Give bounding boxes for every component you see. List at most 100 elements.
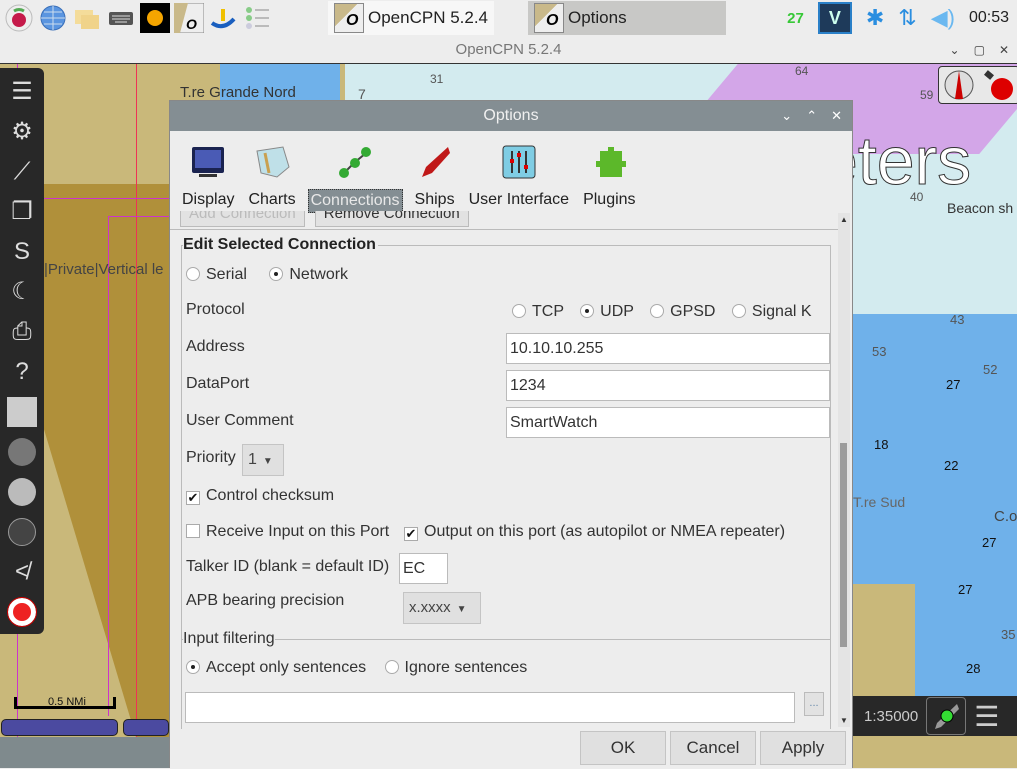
opencpn-launcher-icon[interactable]: O	[174, 3, 204, 33]
dialog-maximize-button[interactable]: ⌃	[806, 101, 817, 131]
network-icon[interactable]: ⇅	[898, 5, 916, 31]
dialog-titlebar[interactable]: Options ⌄ ⌃ ✕	[170, 101, 852, 131]
main-window-title: OpenCPN 5.2.4	[455, 41, 562, 58]
priority-select[interactable]: 1 ▼	[242, 444, 284, 476]
chart-label: T.re Grande Nord	[180, 84, 296, 101]
address-input[interactable]: 10.10.10.255	[506, 333, 830, 364]
scrollbar-thumb[interactable]	[840, 443, 847, 647]
receive-input-checkbox[interactable]: Receive Input on this Port	[186, 523, 389, 541]
compass-icon[interactable]	[943, 69, 975, 101]
main-window-titlebar[interactable]: OpenCPN 5.2.4 ⌄ ▢ ✕	[0, 36, 1017, 64]
add-connection-button[interactable]: Add Connection	[180, 211, 305, 227]
track-icon[interactable]: S	[6, 234, 38, 269]
system-tray: 27 V ✱ ⇅ ◀) 00:53	[787, 0, 1009, 36]
dialog-close-button[interactable]: ✕	[831, 101, 842, 131]
compass-rose-icon[interactable]	[6, 514, 38, 549]
chart-bar[interactable]	[123, 719, 169, 736]
charts-icon	[256, 146, 290, 178]
sounding: 59	[920, 88, 934, 102]
sounding: 31	[430, 72, 444, 86]
minimize-button[interactable]: ⌄	[950, 36, 960, 64]
udp-radio[interactable]: UDP	[580, 303, 634, 320]
sentences-input[interactable]	[185, 692, 795, 723]
menu-icon[interactable]: ☰	[6, 74, 38, 109]
web-browser-icon[interactable]	[38, 3, 68, 33]
ownship-icon[interactable]	[926, 697, 967, 735]
chart-bar[interactable]	[1, 719, 118, 736]
accept-sentences-radio[interactable]: Accept only sentences	[186, 659, 366, 676]
tab-plugins[interactable]: Plugins	[579, 139, 639, 213]
panel-scrollbar[interactable]: ▲ ▼	[838, 213, 850, 727]
display-icon	[192, 147, 225, 177]
night-mode-icon[interactable]: ☾	[6, 274, 38, 309]
sounding: 64	[795, 64, 809, 78]
file-manager-icon[interactable]	[72, 3, 102, 33]
print-icon[interactable]: ⎙	[6, 314, 38, 349]
taskbar-app-options[interactable]: Options	[528, 1, 726, 35]
talker-id-input[interactable]: EC	[399, 553, 448, 584]
dialog-minimize-button[interactable]: ⌄	[781, 101, 792, 131]
remove-connection-button[interactable]: Remove Connection	[314, 211, 469, 227]
apply-button[interactable]: Apply	[760, 731, 846, 765]
dashboard-icon[interactable]	[6, 474, 38, 509]
tab-ships[interactable]: Ships	[411, 139, 459, 213]
ignore-sentences-radio[interactable]: Ignore sentences	[384, 659, 527, 676]
ok-button[interactable]: OK	[580, 731, 666, 765]
tcp-radio[interactable]: TCP	[512, 303, 564, 320]
cancel-button[interactable]: Cancel	[670, 731, 756, 765]
settings-icon[interactable]: ⚙	[6, 114, 38, 149]
ships-icon	[421, 147, 450, 177]
bluetooth-icon[interactable]: ✱	[866, 5, 884, 31]
signalk-radio[interactable]: Signal K	[731, 303, 812, 320]
user-comment-input[interactable]: SmartWatch	[506, 407, 830, 438]
edit-connection-title: Edit Selected Connection	[183, 236, 378, 254]
scroll-down-icon[interactable]: ▼	[840, 716, 848, 725]
help-icon[interactable]: ?	[6, 354, 38, 389]
taskbar-app-opencpn[interactable]: OpenCPN 5.2.4	[328, 1, 495, 35]
address-label: Address	[186, 338, 245, 355]
options-tabs: Display Charts Connections Ships User In…	[170, 131, 852, 213]
output-port-checkbox[interactable]: ✔ Output on this port (as autopilot or NM…	[404, 523, 785, 541]
globe-icon[interactable]	[6, 434, 38, 469]
tides-icon[interactable]: ≮	[6, 554, 38, 589]
weather-icon[interactable]	[140, 3, 170, 33]
gpsd-radio[interactable]: GPSD	[650, 303, 715, 320]
sentences-browse-button[interactable]: ...	[804, 692, 824, 716]
tab-charts[interactable]: Charts	[244, 139, 299, 213]
documents-icon[interactable]: ❐	[6, 194, 38, 229]
tab-connections[interactable]: Connections	[306, 139, 405, 213]
connections-panel[interactable]: Add Connection Remove Connection Edit Se…	[170, 211, 852, 729]
scale-bar-label: 0.5 NMi	[48, 696, 86, 708]
tab-user-interface[interactable]: User Interface	[465, 139, 573, 213]
volume-icon[interactable]: ◀)	[931, 5, 955, 31]
serial-radio[interactable]: Serial	[186, 266, 247, 283]
hamburger-icon[interactable]: ☰	[974, 700, 999, 733]
clock[interactable]: 00:53	[969, 9, 1009, 27]
chart-quilt-icon[interactable]	[6, 394, 38, 429]
network-radio[interactable]: Network	[269, 266, 348, 283]
user-comment-label: User Comment	[186, 412, 294, 429]
maximize-button[interactable]: ▢	[974, 36, 985, 64]
route-icon[interactable]: ⟋	[6, 154, 38, 189]
task-list-icon[interactable]	[242, 3, 272, 33]
raspberry-menu-icon[interactable]	[4, 3, 34, 33]
apb-precision-label: APB bearing precision	[186, 592, 345, 609]
sounding: 28	[966, 661, 981, 676]
taskbar-app-label: OpenCPN 5.2.4	[368, 8, 489, 27]
tab-display[interactable]: Display	[178, 139, 238, 213]
chart-label: |Private|Vertical le	[44, 261, 164, 278]
boat-app-icon[interactable]	[208, 3, 238, 33]
cpu-usage[interactable]: 27	[787, 10, 804, 27]
checksum-checkbox[interactable]: ✔ Control checksum	[186, 487, 334, 505]
gps-status-icon[interactable]	[982, 69, 1016, 101]
close-button[interactable]: ✕	[999, 36, 1009, 64]
input-filtering-title: Input filtering	[183, 630, 275, 648]
apb-precision-select[interactable]: x.xxxx ▼	[403, 592, 481, 624]
compass-widget[interactable]	[938, 66, 1017, 104]
dataport-label: DataPort	[186, 375, 250, 392]
dataport-input[interactable]: 1234	[506, 370, 830, 401]
vnc-icon[interactable]: V	[817, 2, 852, 34]
mob-icon[interactable]	[6, 594, 38, 629]
keyboard-icon[interactable]	[106, 3, 136, 33]
scroll-up-icon[interactable]: ▲	[840, 215, 848, 224]
